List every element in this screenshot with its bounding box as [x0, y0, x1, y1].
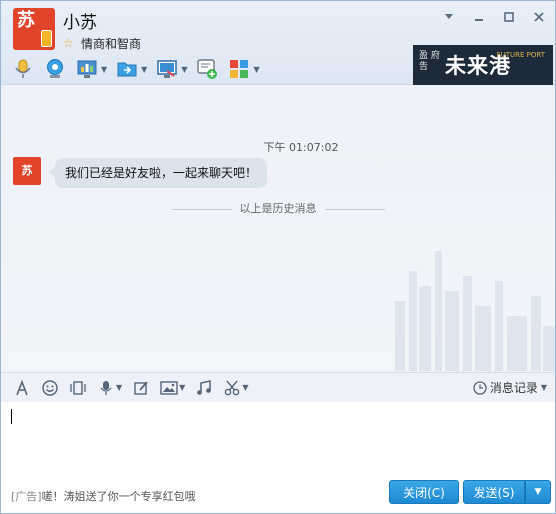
avatar-text: 苏: [17, 10, 35, 31]
contact-avatar[interactable]: 苏: [13, 8, 55, 50]
music-icon: [195, 379, 213, 397]
text-cursor: [11, 409, 12, 424]
maximize-icon[interactable]: [499, 7, 519, 27]
chevron-down-icon[interactable]: ▼: [179, 383, 185, 392]
remote-desktop-button[interactable]: ▼: [155, 56, 187, 82]
add-chat-icon: [195, 57, 219, 81]
input-toolbar: ▼ ▼ ▼ 消息记录 ▼: [1, 372, 555, 402]
mobile-online-icon: [41, 30, 52, 47]
message-bubble[interactable]: 我们已经是好友啦，一起来聊天吧！: [48, 158, 268, 188]
ad-tag: [广告]: [11, 490, 42, 503]
send-button[interactable]: 发送(S): [463, 480, 525, 504]
emoji-icon: [41, 379, 59, 397]
contact-name[interactable]: 小苏: [63, 8, 97, 33]
contact-signature: 情商和智商: [81, 37, 142, 51]
message-history-button[interactable]: 消息记录 ▼: [473, 379, 547, 396]
file-transfer-icon: [115, 57, 139, 81]
screen-share-icon: [75, 57, 99, 81]
font-button[interactable]: [13, 379, 31, 397]
chevron-down-icon: ▼: [534, 487, 542, 497]
ad-banner[interactable]: 盈 府告 未来港 FUTURE PORT: [413, 45, 553, 85]
message-area: 下午 01:07:02 苏 我们已经是好友啦，一起来聊天吧！ 以上是历史消息: [1, 86, 555, 371]
shake-button[interactable]: [69, 379, 87, 397]
ad-link[interactable]: [广告]嗟！涛姐送了你一个专享红包哦: [11, 488, 196, 504]
font-icon: [13, 379, 31, 397]
chevron-down-icon[interactable]: ▼: [101, 65, 107, 74]
ad-banner-subtitle: FUTURE PORT: [496, 51, 545, 59]
ad-link-text: 嗟！涛姐送了你一个专享红包哦: [41, 490, 196, 503]
microphone-icon: [11, 57, 35, 81]
close-button[interactable]: 关闭(C): [389, 480, 459, 504]
screenshot-button[interactable]: ▼: [223, 379, 248, 397]
image-button[interactable]: ▼: [160, 379, 185, 397]
video-call-button[interactable]: [43, 56, 67, 82]
chevron-down-icon[interactable]: ▼: [242, 383, 248, 392]
chevron-down-icon[interactable]: ▼: [181, 65, 187, 74]
chat-window: 苏 小苏 ☆ 情商和智商 ▼ ▼ ▼ ▼ 盈 府告 未来港 FUTURE POR…: [0, 0, 556, 514]
chevron-down-icon[interactable]: ▼: [116, 383, 122, 392]
add-chat-button[interactable]: [195, 56, 219, 82]
music-button[interactable]: [195, 379, 213, 397]
clock-icon: [473, 380, 487, 395]
remote-desktop-icon: [155, 57, 179, 81]
voice-message-button[interactable]: ▼: [97, 379, 122, 397]
ad-banner-brand: 盈 府告: [419, 51, 440, 72]
top-toolbar: ▼ ▼ ▼ ▼: [11, 56, 268, 82]
message-timestamp: 下午 01:07:02: [263, 141, 339, 154]
chevron-down-icon[interactable]: ▼: [541, 383, 547, 392]
chat-footer: [广告]嗟！涛姐送了你一个专享红包哦 关闭(C) 发送(S) ▼: [1, 474, 555, 513]
window-controls: [439, 7, 549, 27]
chevron-down-icon[interactable]: ▼: [141, 65, 147, 74]
history-divider: 以上是历史消息: [1, 200, 555, 216]
apps-icon: [227, 57, 251, 81]
send-options-button[interactable]: ▼: [525, 480, 551, 504]
scissors-icon: [223, 379, 241, 397]
chevron-down-icon[interactable]: ▼: [253, 65, 259, 74]
voice-call-button[interactable]: [11, 56, 35, 82]
divider-line: [171, 208, 232, 210]
voice-icon: [97, 379, 115, 397]
image-icon: [160, 379, 178, 397]
history-divider-label: 以上是历史消息: [239, 202, 317, 215]
message-history-label: 消息记录: [489, 381, 538, 395]
star-icon: ☆: [63, 36, 74, 50]
shake-icon: [69, 379, 87, 397]
chat-header: 苏 小苏 ☆ 情商和智商 ▼ ▼ ▼ ▼ 盈 府告 未来港 FUTURE POR…: [1, 1, 555, 85]
sender-avatar[interactable]: 苏: [13, 157, 41, 185]
edit-button[interactable]: [132, 379, 150, 397]
apps-button[interactable]: ▼: [227, 56, 260, 82]
chevron-down-icon[interactable]: [439, 7, 459, 27]
city-skyline-background: [395, 251, 555, 371]
edit-icon: [132, 379, 150, 397]
close-icon[interactable]: [529, 7, 549, 27]
message-input[interactable]: [1, 402, 555, 474]
screen-share-button[interactable]: ▼: [75, 56, 107, 82]
minimize-icon[interactable]: [469, 7, 489, 27]
emoji-button[interactable]: [41, 379, 59, 397]
file-transfer-button[interactable]: ▼: [115, 56, 147, 82]
divider-line: [324, 208, 385, 210]
video-camera-icon: [43, 57, 67, 81]
